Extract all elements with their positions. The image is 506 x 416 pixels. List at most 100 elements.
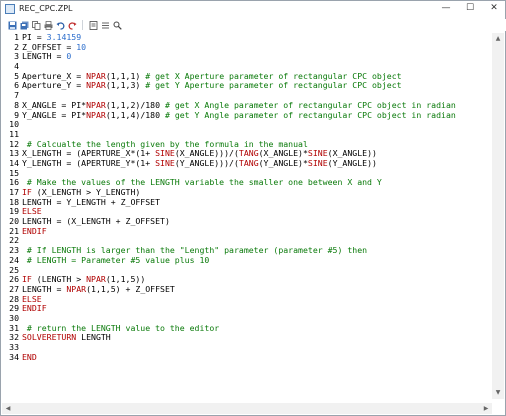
code-text: X_LENGTH = (APERTURE_X*(1+ [22,148,156,159]
code-line[interactable]: 32 SOLVERETURN LENGTH [5,332,489,343]
line-code: Aperture_Y = NPAR(1,1,3) # get Y Apertur… [22,81,402,91]
line-code: ENDIF [22,303,47,314]
code-line[interactable]: 14 Y_LENGTH = (APERTURE_Y*(1+ SINE(Y_ANGL… [5,157,489,169]
code-line[interactable]: 2 Z_OFFSET = 10 [5,41,489,53]
line-code: END [22,351,37,363]
code-line[interactable]: 34 END [5,351,489,363]
code-keyword: ENDIF [22,225,47,236]
code-keyword: NPAR [86,274,106,285]
toolbar [1,19,506,31]
code-line[interactable]: 10 [5,119,489,130]
app-icon [5,4,15,14]
code-line[interactable]: 6 Aperture_Y = NPAR(1,1,3) # get Y Apertu… [5,81,489,91]
scroll-right-button[interactable]: ▶ [480,403,492,414]
line-code: LENGTH = NPAR(1,1,5) + Z_OFFSET [22,283,175,295]
code-text: Aperture_Y = [22,80,87,91]
line-number: 34 [9,351,19,362]
code-text: (1,1,1) [105,70,146,81]
code-keyword: SINE [307,148,328,159]
code-text: (1,1,5) + Z_OFFSET [86,283,175,294]
code-comment: # return the LENGTH value to the editor [22,322,220,333]
code-keyword: NPAR [86,99,106,110]
code-text: (LENGTH > [31,274,87,285]
code-text: (X_ANGLE)) [327,148,377,159]
code-text: (X_ANGLE)* [258,148,308,159]
code-text: LENGTH = [22,51,67,62]
code-text: (Y_ANGLE)) [327,157,377,168]
vertical-scrollbar[interactable]: ▲ ▼ [492,33,504,399]
search-icon[interactable] [112,20,122,30]
code-keyword: NPAR [86,80,106,91]
line-code: # LENGTH = Parameter #5 value plus 10 [22,254,210,266]
line-code: Y_ANGLE = PI*NPAR(1,1,4)/180 # get Y Ang… [22,109,456,121]
code-text: Y_LENGTH = (APERTURE_Y*(1+ [22,157,156,168]
copy-icon[interactable] [31,20,41,30]
code-line[interactable]: 27 LENGTH = NPAR(1,1,5) + Z_OFFSET [5,283,489,295]
code-text: LENGTH = Y_LENGTH + Z_OFFSET [22,196,161,207]
code-comment: # Calcualte the length given by the form… [22,138,308,149]
redo-icon[interactable] [67,20,77,30]
code-comment: # get X Aperture parameter of rectangula… [145,70,402,81]
close-button[interactable]: ✕ [487,3,501,13]
print-icon[interactable] [43,20,53,30]
code-number: 10 [76,41,87,52]
code-comment: # get Y Aperture parameter of rectangula… [145,80,402,91]
window-controls: — ☐ ✕ [439,3,501,13]
code-text: (X_LENGTH > Y_LENGTH) [31,187,141,197]
code-keyword: SINE [155,148,175,159]
code-number: 0 [66,51,72,62]
code-keyword: ELSE [22,206,42,217]
code-keyword: END [22,351,37,362]
code-line[interactable]: 9 Y_ANGLE = PI*NPAR(1,1,4)/180 # get Y An… [5,109,489,121]
code-line[interactable]: 20 LENGTH = (X_LENGTH + Z_OFFSET) [5,216,489,227]
code-text: (X_ANGLE)))/( [174,148,239,159]
code-line[interactable]: 24 # LENGTH = Parameter #5 value plus 10 [5,254,489,266]
code-keyword: TANG [238,157,259,168]
maximize-button[interactable]: ☐ [463,3,477,13]
code-editor[interactable]: 1 PI = 3.14159 2 Z_OFFSET = 10 3 LENGTH = 045… [5,32,489,409]
horizontal-scrollbar[interactable]: ◀ ▶ [2,403,492,414]
code-number: 3.14159 [46,32,82,42]
code-comment: # Make the values of the LENGTH variable… [22,177,382,188]
editor-window: REC_CPC.ZPL — ☐ ✕ 1 PI = 3.14159 2 Z_OFF… [0,0,506,416]
code-line[interactable]: 33 [5,342,489,353]
code-comment: # LENGTH = Parameter #5 value plus 10 [22,254,210,265]
code-text: (1,1,2)/180 [105,99,165,110]
code-keyword: SOLVERETURN [22,332,77,343]
code-line[interactable]: 21 ENDIF [5,225,489,237]
code-keyword: NPAR [86,70,106,81]
minimize-button[interactable]: — [439,3,453,13]
code-keyword: SINE [155,157,175,168]
code-line[interactable]: 28 ELSE [5,293,489,305]
code-text: (Y_ANGLE)))/( [174,157,239,168]
code-keyword: IF [22,187,32,197]
code-line[interactable]: 3 LENGTH = 0 [5,52,489,62]
code-text: LENGTH = (X_LENGTH + Z_OFFSET) [22,216,170,227]
title-bar[interactable]: REC_CPC.ZPL — ☐ ✕ [1,1,505,19]
code-text: LENGTH = [22,283,67,294]
code-keyword: ELSE [22,293,42,304]
save-all-icon[interactable] [19,20,29,30]
code-line[interactable]: 18 LENGTH = Y_LENGTH + Z_OFFSET [5,196,489,208]
code-keyword: TANG [238,148,259,159]
line-code: SOLVERETURN LENGTH [22,332,111,343]
code-text: Y_ANGLE = PI* [22,109,87,120]
line-code: LENGTH = Y_LENGTH + Z_OFFSET [22,196,161,208]
scroll-up-button[interactable]: ▲ [492,33,504,45]
window-title: REC_CPC.ZPL [19,4,73,13]
toolbar-separator [82,20,83,30]
column-icon[interactable] [88,20,98,30]
code-text: (1,1,4)/180 [105,109,165,120]
scroll-left-button[interactable]: ◀ [2,403,14,414]
scroll-down-button[interactable]: ▼ [492,387,504,399]
undo-icon[interactable] [55,20,65,30]
code-keyword: SINE [307,157,328,168]
code-text: (1,1,3) [105,80,146,91]
save-icon[interactable] [7,20,17,30]
code-text: Z_OFFSET = [22,41,77,52]
code-comment: # If LENGTH is larger than the "Length" … [22,245,368,256]
code-keyword: NPAR [86,109,106,120]
list-icon[interactable] [100,20,110,30]
code-comment: # get Y Angle parameter of rectangular C… [164,109,456,120]
code-line[interactable]: 29 ENDIF [5,303,489,314]
